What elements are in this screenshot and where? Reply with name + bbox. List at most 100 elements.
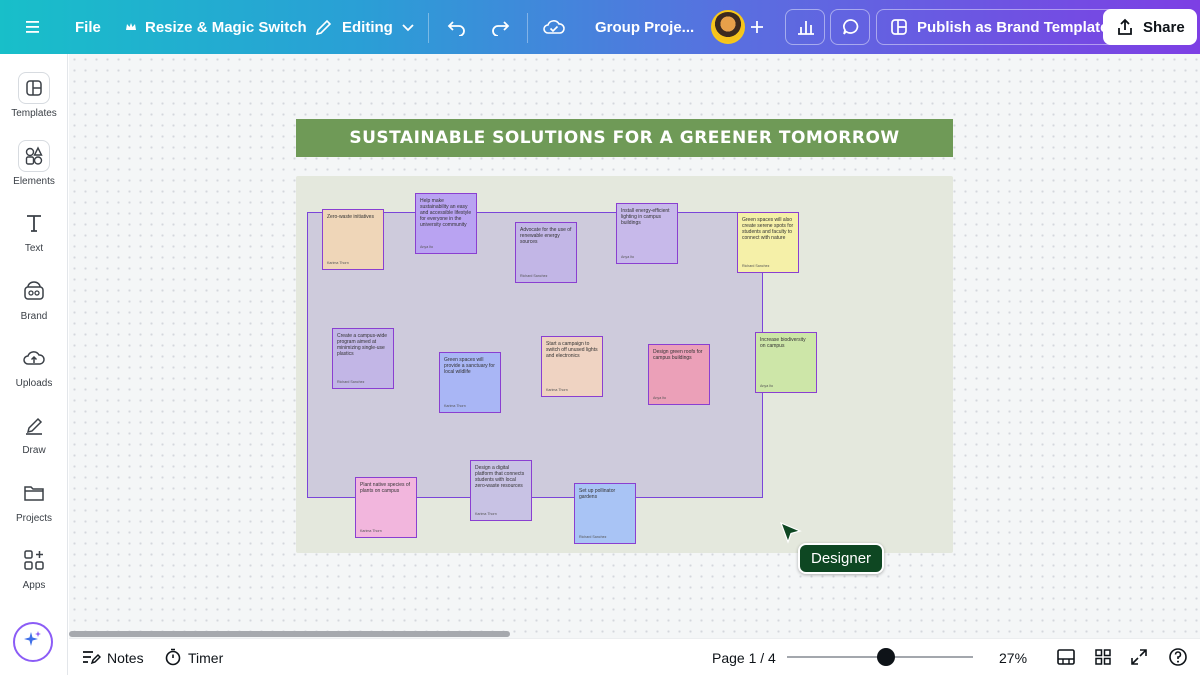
notes-label: Notes (107, 650, 144, 666)
sidebar-item-label: Text (24, 243, 44, 254)
sticky-note-author: Anya Ito (760, 384, 774, 388)
invite-button[interactable] (749, 9, 765, 45)
zoom-value: 27% (999, 650, 1028, 666)
toolbar-divider (527, 13, 528, 43)
bottom-bar: Notes Timer Page 1 / 4 27% (69, 638, 1200, 675)
sticky-note-author: Richard Sanchez (742, 264, 770, 268)
page-title-banner[interactable]: SUSTAINABLE SOLUTIONS FOR A GREENER TOMO… (296, 119, 953, 157)
notes-button[interactable]: Notes (81, 647, 144, 669)
cloud-check-icon (542, 18, 566, 36)
publish-brand-template-button[interactable]: Publish as Brand Template (876, 9, 1122, 45)
sidebar-item-label: Brand (20, 311, 48, 322)
template-icon (889, 17, 909, 37)
sticky-note-author: Karima Thorn (444, 404, 466, 408)
timer-label: Timer (188, 650, 224, 666)
document-title[interactable]: Group Proje... (595, 9, 694, 45)
sticky-note[interactable]: Green spaces will also create serene spo… (737, 212, 799, 273)
sticky-note-author: Anya Ito (653, 396, 667, 400)
draw-icon (18, 409, 50, 441)
sticky-note-author: Karima Thorn (327, 261, 349, 265)
save-status-button[interactable] (542, 9, 566, 45)
expand-icon (1130, 648, 1148, 669)
sticky-note[interactable]: Set up pollinator gardens Richard Sanche… (574, 483, 636, 544)
sidebar-item-label: Uploads (15, 378, 53, 389)
redo-button[interactable] (489, 9, 511, 45)
page-indicator[interactable]: Page 1 / 4 (712, 647, 776, 669)
sticky-note-text: Design green roofs for campus buildings (653, 349, 703, 361)
chevron-down-icon (401, 22, 415, 32)
collaborator-label: Designer (798, 543, 885, 574)
document-title-text: Group Proje... (595, 18, 695, 36)
sidebar-item-label: Projects (15, 513, 53, 524)
sticky-note-text: Create a campus-wide program aimed at mi… (337, 333, 388, 357)
sidebar-item-label: Templates (11, 108, 57, 119)
sidebar-item-uploads[interactable]: Uploads (0, 342, 68, 402)
undo-button[interactable] (446, 9, 468, 45)
sticky-note[interactable]: Plant native species of plants on campus… (355, 477, 417, 538)
sidebar-item-elements[interactable]: Elements (0, 140, 68, 200)
menu-button[interactable] (24, 9, 42, 45)
help-button[interactable] (1168, 647, 1188, 669)
sidebar-item-label: Draw (22, 445, 46, 456)
file-menu-button[interactable]: File (75, 9, 101, 45)
publish-label: Publish as Brand Template (917, 18, 1109, 36)
sticky-note[interactable]: Design a digital platform that connects … (470, 460, 532, 521)
page-view-button[interactable] (1056, 647, 1076, 669)
share-button[interactable]: Share (1103, 9, 1197, 45)
avatar[interactable] (711, 10, 745, 44)
toolbar-divider (428, 13, 429, 43)
comments-button[interactable] (830, 9, 870, 45)
sticky-note[interactable]: Help make sustainability an easy and acc… (415, 193, 477, 254)
resize-label: Resize & Magic Switch (145, 18, 307, 36)
timer-button[interactable]: Timer (164, 647, 223, 669)
editing-mode-dropdown[interactable]: Editing (314, 9, 415, 45)
sticky-note-text: Plant native species of plants on campus (360, 482, 411, 494)
sidebar-item-draw[interactable]: Draw (0, 409, 68, 469)
sticky-note-text: Design a digital platform that connects … (475, 465, 525, 489)
sticky-note[interactable]: Increase biodiversity on campus Anya Ito (755, 332, 817, 393)
horizontal-scrollbar[interactable] (69, 631, 510, 637)
sidebar-item-brand[interactable]: Brand (0, 275, 68, 335)
sidebar-item-label: Elements (13, 176, 55, 187)
crown-icon (125, 21, 137, 33)
insights-button[interactable] (785, 9, 825, 45)
fullscreen-button[interactable] (1130, 647, 1148, 669)
sidebar-item-text[interactable]: Text (0, 207, 68, 267)
grid-view-button[interactable] (1094, 647, 1112, 669)
share-upload-icon (1115, 17, 1135, 37)
sticky-note[interactable]: Create a campus-wide program aimed at mi… (332, 328, 394, 389)
sticky-note[interactable]: Design green roofs for campus buildings … (648, 344, 710, 405)
page-indicator-text: Page 1 / 4 (712, 650, 776, 666)
sticky-note-text: Set up pollinator gardens (579, 488, 616, 500)
timer-icon (164, 648, 182, 669)
sidebar-item-templates[interactable]: Templates (0, 72, 68, 132)
zoom-slider-handle[interactable] (877, 648, 895, 666)
sticky-note-text: Green spaces will also create serene spo… (742, 217, 794, 241)
sticky-note[interactable]: Zero-waste initiatives Karima Thorn (322, 209, 384, 270)
sticky-note-text: Zero-waste initiatives (327, 214, 374, 220)
sticky-note-author: Richard Sanchez (579, 535, 607, 539)
editing-label: Editing (342, 18, 393, 36)
sticky-note-text: Green spaces will provide a sanctuary fo… (444, 357, 495, 375)
sticky-note[interactable]: Advocate for the use of renewable energy… (515, 222, 577, 283)
zoom-percentage[interactable]: 27% (999, 647, 1027, 669)
bar-chart-icon (796, 18, 816, 36)
sticky-note[interactable]: Green spaces will provide a sanctuary fo… (439, 352, 501, 413)
folder-icon (18, 477, 50, 509)
sticky-note[interactable]: Install energy-efficient lighting in cam… (616, 203, 678, 264)
sticky-note-author: Anya Ito (420, 245, 434, 249)
sidebar-item-apps[interactable]: Apps (0, 544, 68, 604)
redo-icon (489, 18, 511, 36)
text-icon (18, 207, 50, 239)
magic-assistant-button[interactable] (13, 622, 53, 662)
elements-icon (18, 140, 50, 172)
sidebar-item-projects[interactable]: Projects (0, 477, 68, 537)
upload-cloud-icon (18, 342, 50, 374)
page-title: SUSTAINABLE SOLUTIONS FOR A GREENER TOMO… (349, 128, 900, 148)
resize-magic-switch-button[interactable]: Resize & Magic Switch (125, 9, 307, 45)
sticky-note-text: Advocate for the use of renewable energy… (520, 227, 572, 245)
sticky-note-text: Start a campaign to switch off unused li… (546, 341, 598, 359)
sticky-note-author: Karima Thorn (546, 388, 568, 392)
sticky-note[interactable]: Start a campaign to switch off unused li… (541, 336, 603, 397)
collaborator-name: Designer (811, 550, 872, 567)
